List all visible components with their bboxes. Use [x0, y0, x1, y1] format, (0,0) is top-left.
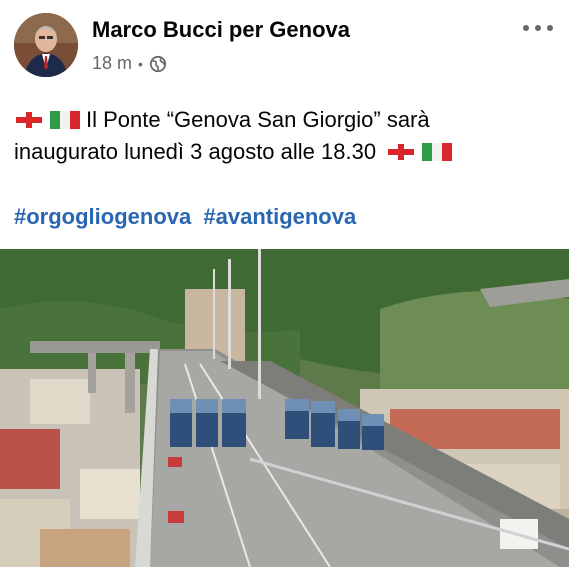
hashtag-link[interactable]: #orgogliogenova	[14, 204, 191, 229]
more-options-icon[interactable]	[523, 21, 553, 35]
post-photo[interactable]	[0, 249, 569, 567]
post-text: Il Ponte “Genova San Giorgio” sarà inaug…	[14, 104, 559, 168]
hashtag-link[interactable]: #avantigenova	[203, 204, 356, 229]
globe-icon	[149, 55, 167, 72]
post-text-line-1: Il Ponte “Genova San Giorgio” sarà	[86, 107, 430, 132]
avatar[interactable]	[14, 13, 78, 77]
post-meta: 18 m •	[92, 53, 167, 74]
meta-separator: •	[138, 55, 143, 72]
post-time[interactable]: 18 m	[92, 53, 132, 74]
hashtags: #orgogliogenova #avantigenova	[14, 204, 362, 230]
author-name[interactable]: Marco Bucci per Genova	[92, 17, 350, 43]
post-text-line-2: inaugurato lunedì 3 agosto alle 18.30	[14, 139, 377, 164]
italy-flag-icon	[50, 111, 80, 129]
genoa-flag-icon	[14, 110, 44, 130]
genoa-flag-icon	[386, 142, 417, 162]
italy-flag-icon	[422, 143, 453, 161]
post-header: Marco Bucci per Genova 18 m •	[14, 13, 555, 81]
